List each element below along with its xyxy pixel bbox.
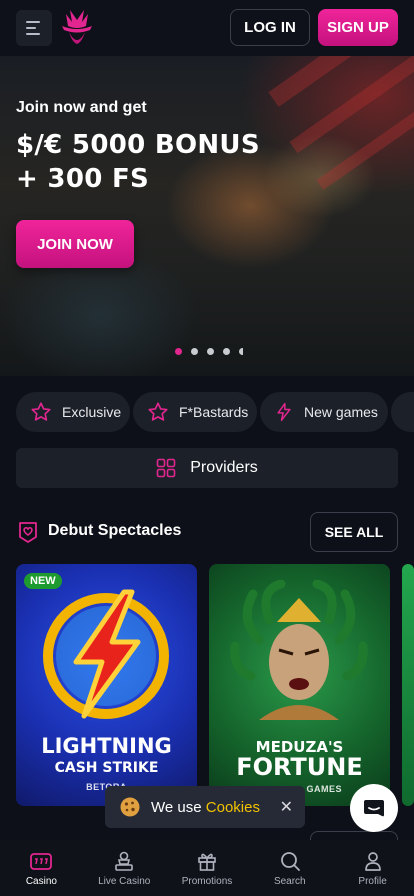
- carousel-dot[interactable]: [191, 348, 198, 355]
- see-all-button[interactable]: SEE ALL: [310, 512, 398, 552]
- login-button[interactable]: LOG IN: [230, 9, 310, 46]
- dealer-icon: [115, 851, 133, 871]
- nav-label: Profile: [358, 875, 387, 887]
- join-now-button[interactable]: JOIN NOW: [16, 220, 134, 268]
- game-subtitle: CASH STRIKE: [54, 760, 159, 776]
- chip-fbastards[interactable]: F*Bastards: [133, 392, 257, 432]
- user-icon: [364, 851, 381, 871]
- close-icon[interactable]: ✕: [280, 797, 293, 817]
- carousel-dot[interactable]: [175, 348, 182, 355]
- menu-line: [26, 27, 36, 29]
- signup-button[interactable]: SIGN UP: [318, 9, 398, 46]
- top-bar: LOG IN SIGN UP: [0, 0, 414, 56]
- gift-icon: [198, 853, 216, 871]
- medusa-art-icon: [230, 580, 368, 720]
- menu-line: [26, 33, 40, 35]
- providers-button[interactable]: Providers: [16, 448, 398, 488]
- section-header: Debut Spectacles SEE ALL: [16, 512, 398, 552]
- nav-search[interactable]: Search: [248, 840, 331, 896]
- cookie-text: We use Cookies: [151, 799, 260, 816]
- chip-label: Exclusive: [62, 404, 122, 420]
- game-card[interactable]: MEDUZA'S FORTUNE GAMES: [209, 564, 390, 806]
- game-subtitle: FORTUNE: [236, 753, 363, 781]
- grid-icon: [156, 458, 176, 478]
- chat-icon: [364, 800, 384, 817]
- heart-badge-icon: [19, 522, 37, 543]
- lightning-icon: [277, 402, 291, 422]
- carousel-dots: [175, 348, 243, 355]
- hero-title-line: $/€ 5000 BONUS: [16, 130, 260, 160]
- search-icon: [280, 851, 300, 871]
- bottom-nav: Casino Live Casino Promotions Search Pro…: [0, 840, 414, 896]
- chip-new-games[interactable]: New games: [260, 392, 388, 432]
- menu-line: [26, 21, 40, 23]
- logo-icon[interactable]: [58, 8, 96, 48]
- star-icon: [31, 402, 51, 421]
- lightning-emblem-icon: [43, 589, 169, 719]
- hamburger-menu-button[interactable]: [16, 10, 52, 46]
- nav-label: Search: [273, 875, 306, 887]
- providers-label: Providers: [190, 459, 258, 476]
- nav-label: Live Casino: [98, 875, 151, 887]
- nav-casino[interactable]: Casino: [0, 840, 83, 896]
- nav-label: Promotions: [181, 875, 233, 887]
- star-icon: [148, 402, 168, 421]
- carousel-dot[interactable]: [239, 348, 243, 355]
- hero-banner[interactable]: Join now and get $/€ 5000 BONUS + 300 FS…: [0, 56, 414, 376]
- nav-label: Casino: [25, 875, 57, 887]
- game-card[interactable]: [402, 564, 414, 806]
- nav-live-casino[interactable]: Live Casino: [83, 840, 166, 896]
- chip-more[interactable]: [391, 392, 414, 432]
- hero-title: $/€ 5000 BONUS + 300 FS: [16, 128, 260, 196]
- chip-label: New games: [304, 404, 378, 420]
- hero-title-line: + 300 FS: [16, 164, 150, 194]
- slot-machine-icon: [30, 852, 53, 870]
- category-chips: Exclusive F*Bastards New games: [16, 392, 414, 432]
- nav-promotions[interactable]: Promotions: [166, 840, 249, 896]
- cookie-icon: [120, 797, 140, 817]
- game-title: LIGHTNING: [41, 734, 172, 758]
- hero-subtitle: Join now and get: [16, 99, 147, 116]
- nav-profile[interactable]: Profile: [331, 840, 414, 896]
- chip-label: F*Bastards: [179, 404, 249, 420]
- new-badge: NEW: [24, 573, 62, 589]
- chip-exclusive[interactable]: Exclusive: [16, 392, 130, 432]
- cookies-link[interactable]: Cookies: [206, 799, 260, 816]
- section-title: Debut Spectacles: [48, 522, 182, 539]
- chat-support-button[interactable]: [350, 784, 398, 832]
- cookie-text-prefix: We use: [151, 798, 202, 816]
- carousel-dot[interactable]: [223, 348, 230, 355]
- carousel-dot[interactable]: [207, 348, 214, 355]
- cookie-notice: We use Cookies ✕: [105, 786, 305, 828]
- game-card[interactable]: NEW LIGHTNING CASH STRIKE BETORA: [16, 564, 197, 806]
